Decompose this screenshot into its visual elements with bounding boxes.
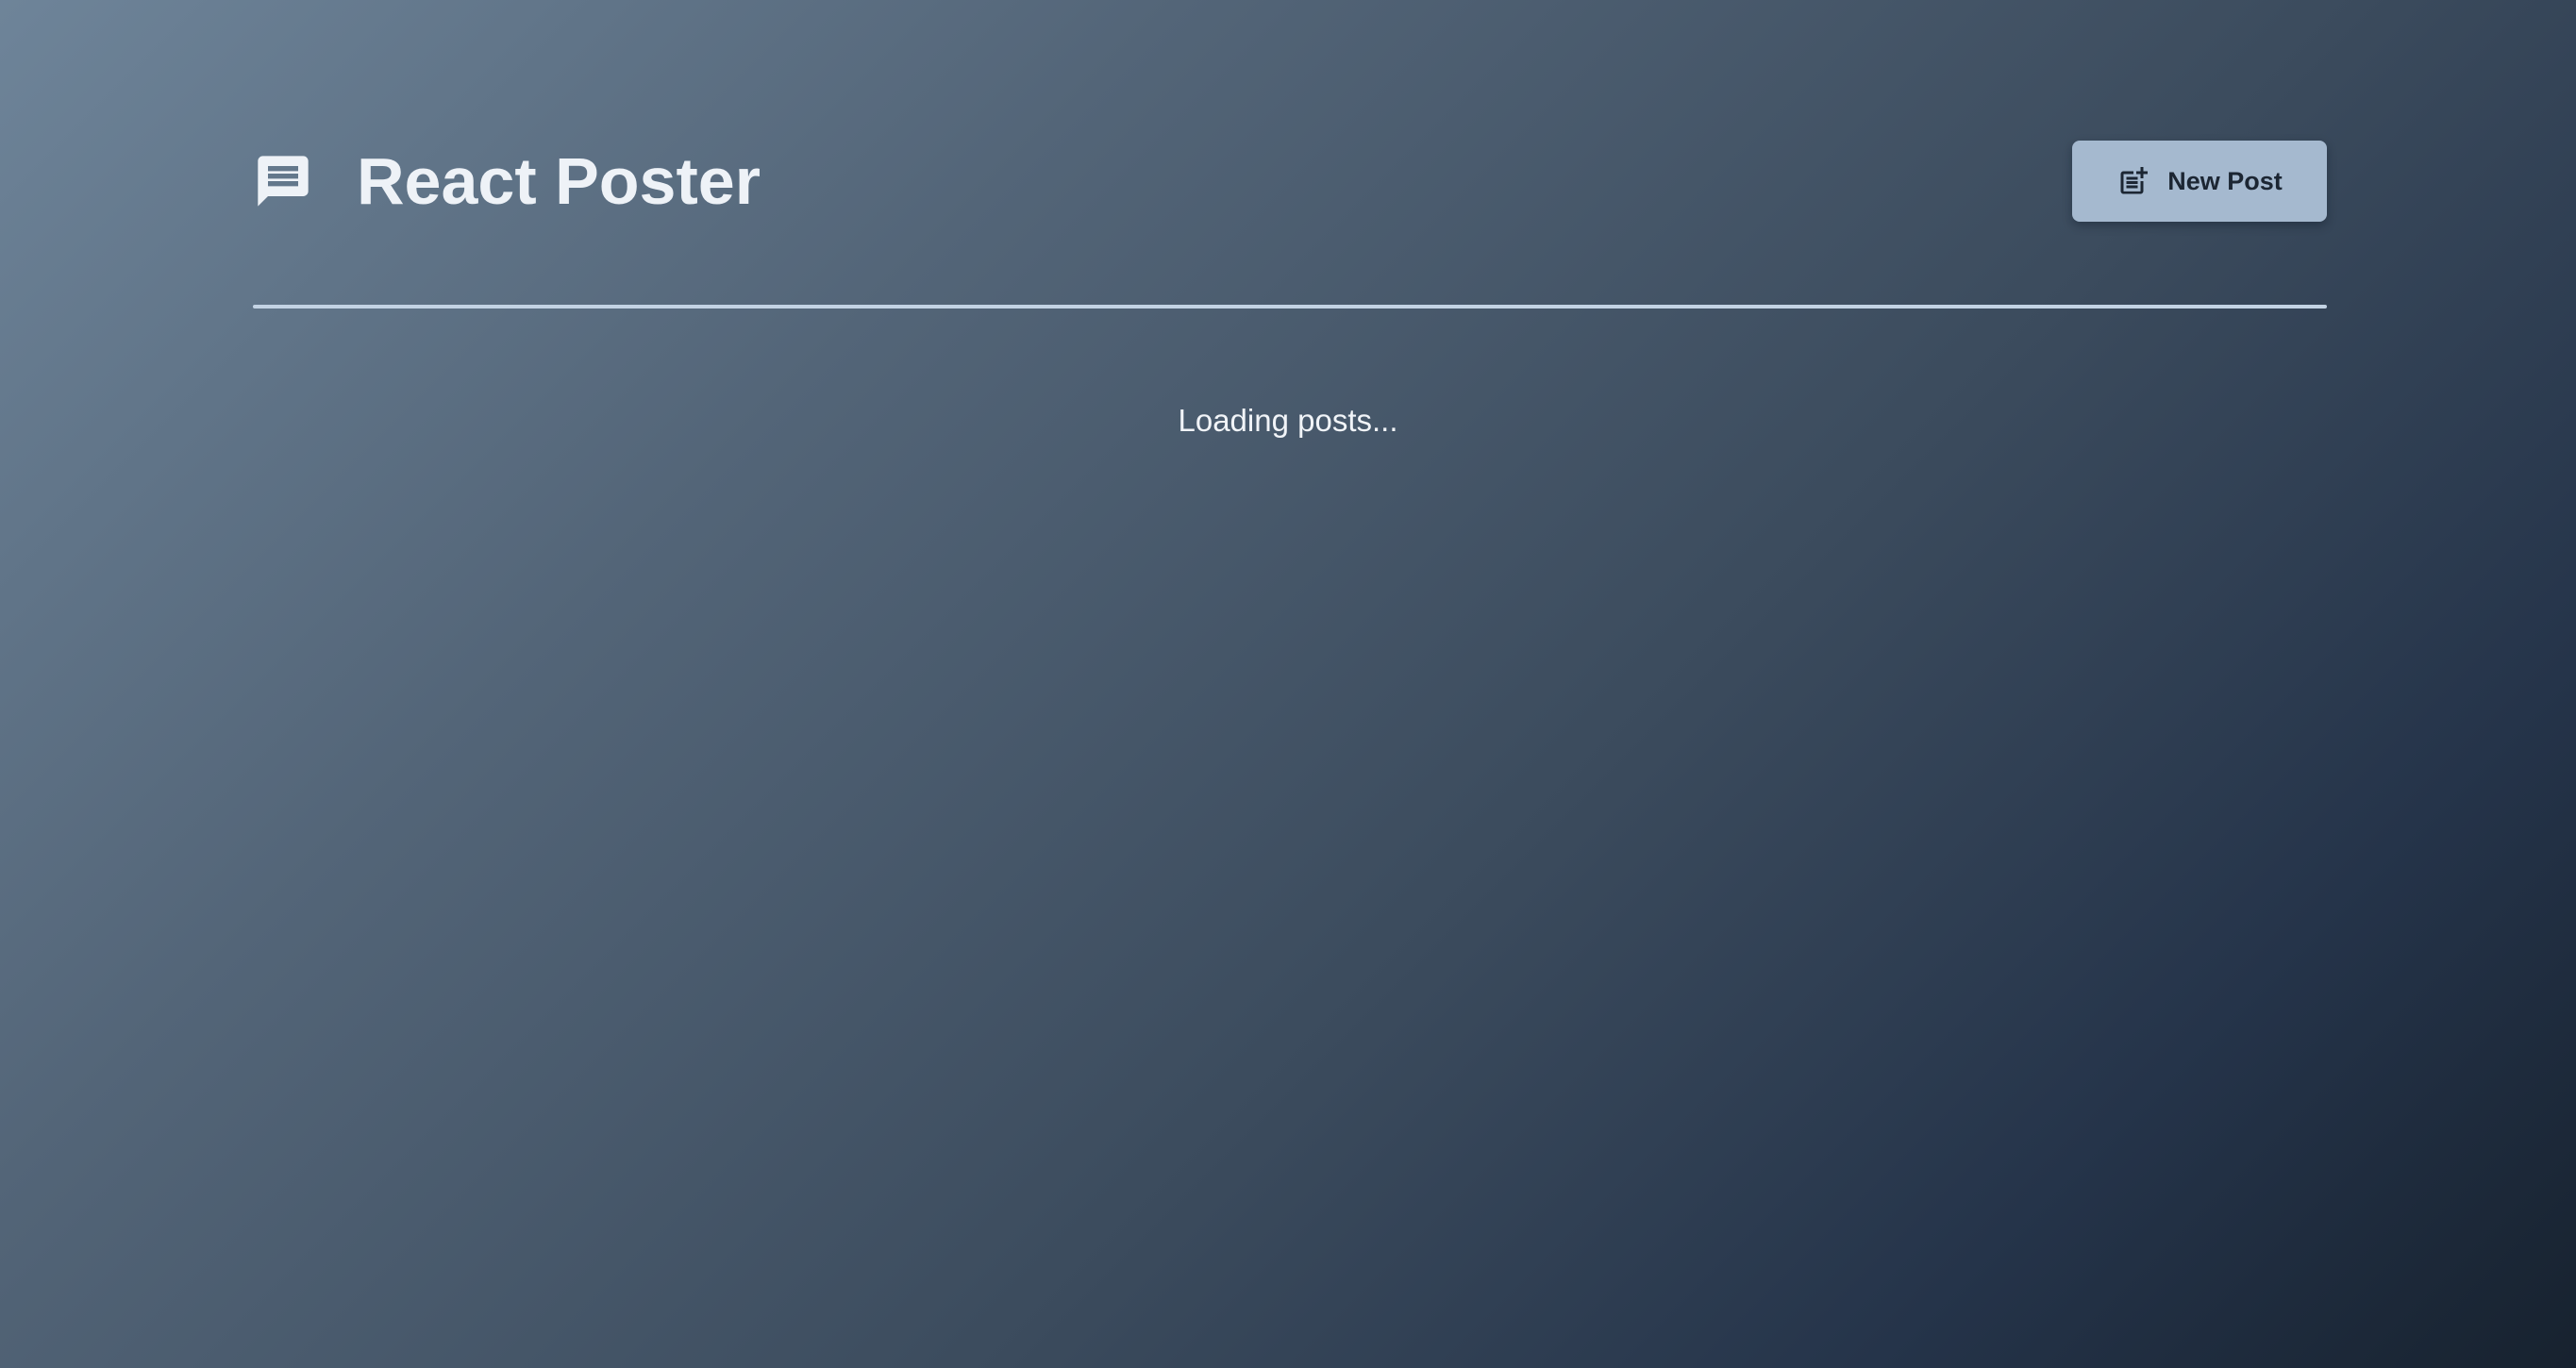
- post-add-icon: [2116, 164, 2150, 198]
- app-title: React Poster: [357, 144, 761, 218]
- message-icon: [253, 151, 313, 211]
- logo: React Poster: [253, 140, 761, 223]
- new-post-button[interactable]: New Post: [2072, 141, 2327, 222]
- new-post-label: New Post: [2167, 166, 2283, 195]
- header-divider: [253, 305, 2327, 309]
- app-header: React Poster New Post: [253, 140, 2327, 223]
- loading-status: Loading posts...: [1178, 403, 1398, 438]
